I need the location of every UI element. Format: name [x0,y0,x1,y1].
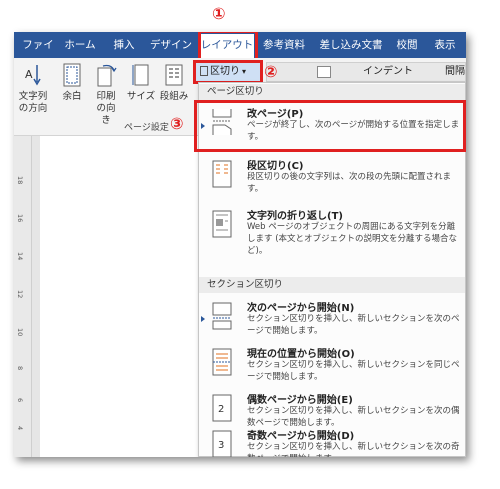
selected-arrow-icon [201,316,205,322]
spacing-label: 間隔 [445,66,465,77]
menu-item-title: 奇数ページから開始(D) [247,431,355,442]
menu-item-description: セクション区切りを挿入し、新しいセクションを次のページで開始します。 [247,314,460,336]
menu-item-even-page[interactable]: 2 偶数ページから開始(E) セクション区切りを挿入し、新しいセクションを次の偶… [199,387,465,428]
margins-label: 余白 [62,91,82,102]
ruler-number: 16 [16,214,24,223]
svg-text:2: 2 [218,404,224,415]
ruler-number: 6 [16,398,24,403]
menu-item-title: 文字列の折り返し(T) [247,211,343,222]
step-1-marker: ① [212,4,226,23]
tab-mailings[interactable]: 差し込み文書 [318,32,384,58]
word-window: ファイル ホーム 挿入 デザイン レイアウト 参考資料 差し込み文書 校閲 表示… [14,32,466,457]
menu-item-description: Web ページのオブジェクトの周囲にある文字列を分離します (本文とオブジェクト… [247,222,458,256]
next-page-section-icon [212,302,232,330]
margins-button[interactable]: 余白 [60,62,84,103]
margins-icon [63,63,81,87]
size-button[interactable]: サイズ [126,62,156,103]
menu-item-title: 次のページから開始(N) [247,303,355,314]
section-breaks-header: セクション区切り [199,277,465,293]
orientation-button[interactable]: 印刷の向き [92,62,120,127]
tab-insert[interactable]: 挿入 [108,32,140,58]
columns-icon [165,64,183,86]
ruler-number: 8 [16,366,24,371]
menu-item-title: 段区切り(C) [247,161,304,172]
text-wrapping-icon [212,210,232,238]
ruler-number: 4 [16,426,24,431]
orientation-label: 印刷の向き [96,91,116,126]
menu-item-description: セクション区切りを挿入し、新しいセクションを同じページで開始します。 [247,360,460,382]
menu-item-column-break[interactable]: 段区切り(C) 段区切りの後の文字列は、次の段の先頭に配置されます。 [199,153,465,201]
tab-file[interactable]: ファイル [18,32,58,77]
ruler-number: 10 [16,328,24,337]
tab-review[interactable]: 校閲 [392,32,422,58]
tab-home[interactable]: ホーム [62,32,98,58]
indent-icon [317,66,331,78]
menu-item-text-wrapping[interactable]: 文字列の折り返し(T) Web ページのオブジェクトの周囲にある文字列を分離しま… [199,203,465,263]
columns-button[interactable]: 段組み [158,62,190,103]
menu-item-continuous[interactable]: 現在の位置から開始(O) セクション区切りを挿入し、新しいセクションを同じページ… [199,341,465,383]
menu-item-description: 段区切りの後の文字列は、次の段の先頭に配置されます。 [247,172,452,194]
menu-item-title: 現在の位置から開始(O) [247,349,355,360]
continuous-section-icon [212,348,232,376]
column-break-icon [212,160,232,188]
page-setup-group-label: ページ設定 [124,123,169,133]
size-icon [132,64,149,86]
highlight-page-break-item [194,100,466,152]
menu-item-next-page[interactable]: 次のページから開始(N) セクション区切りを挿入し、新しいセクションを次のページ… [199,295,465,337]
text-direction-icon: A [25,65,41,86]
highlight-breaks-button [193,60,263,84]
tab-design[interactable]: デザイン [150,32,192,58]
step-2-marker: ② [264,62,278,81]
vertical-ruler: 18 16 14 12 10 8 6 4 [14,136,32,457]
ruler-number: 12 [16,290,24,299]
page-breaks-header: ページ区切り [199,84,465,100]
svg-text:3: 3 [218,440,224,451]
svg-text:A: A [25,68,33,81]
step-3-marker: ③ [170,114,184,133]
ruler-number: 18 [16,176,24,185]
indent-label: インデント [363,66,413,77]
menu-item-title: 偶数ページから開始(E) [247,395,353,406]
text-direction-button[interactable]: A 文字列の方向 [16,62,50,115]
tab-view[interactable]: 表示 [430,32,460,58]
paragraph-group: インデント 間隔 [266,62,466,82]
odd-page-section-icon: 3 [212,430,232,457]
text-direction-label: 文字列の方向 [18,91,48,114]
document-page[interactable] [40,136,200,457]
menu-item-odd-page[interactable]: 3 奇数ページから開始(D) セクション区切りを挿入し、新しいセクションを次の奇… [199,423,465,457]
columns-label: 段組み [159,91,189,102]
size-label: サイズ [126,91,156,102]
menu-item-description: セクション区切りを挿入し、新しいセクションを次の奇数ページで開始します。 [247,442,460,457]
tab-references[interactable]: 参考資料 [260,32,308,58]
even-page-section-icon: 2 [212,394,232,422]
orientation-icon [97,64,117,87]
ruler-number: 14 [16,252,24,261]
